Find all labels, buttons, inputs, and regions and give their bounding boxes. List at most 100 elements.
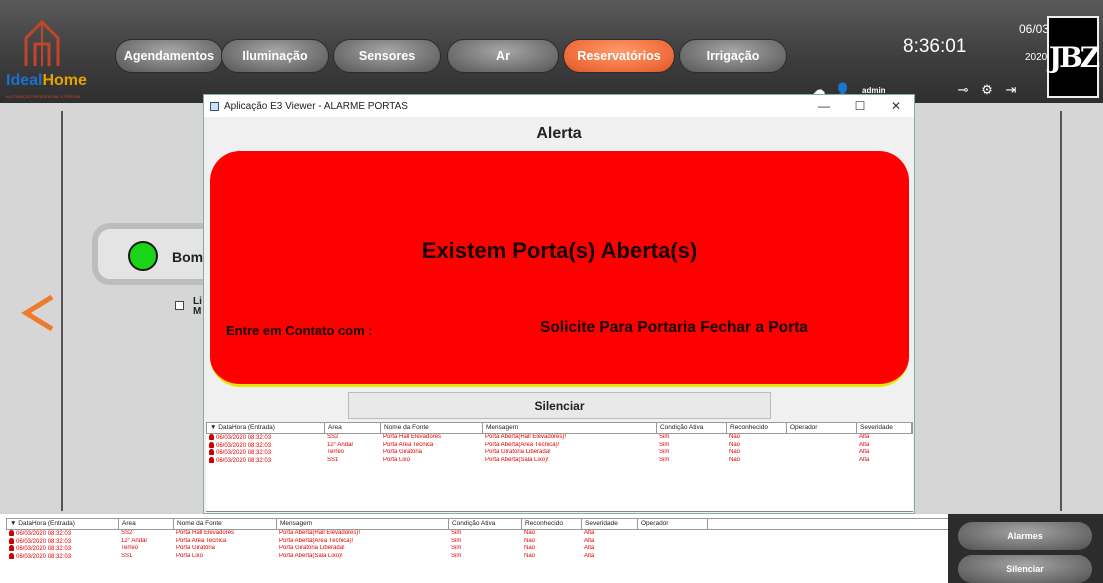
cell-text: Alta	[859, 449, 870, 455]
nav-reservatorios[interactable]: Reservatórios	[563, 39, 675, 73]
alarm-bell-icon	[9, 530, 14, 536]
table-cell: Sim	[656, 449, 726, 457]
app-window-icon	[210, 101, 219, 111]
cell-text: Não	[729, 456, 741, 463]
cell-text: 06/03/2020 08:32:03	[216, 457, 272, 464]
cell-text: Sim	[659, 449, 670, 455]
table-cell: Porta Area Tecnica	[380, 442, 482, 450]
nav-sensores[interactable]: Sensores	[333, 39, 441, 73]
table-cell: Alta	[581, 530, 637, 538]
col-operator[interactable]: Operador	[787, 423, 857, 433]
table-cell: Sim	[448, 553, 521, 561]
table-cell: Porta Aberta(Sala Lixo)!	[482, 457, 656, 465]
table-cell: 06/03/2020 08:32:03	[206, 456, 324, 465]
nav-agendamentos[interactable]: Agendamentos	[115, 39, 223, 73]
key-icon[interactable]: ⊸	[954, 82, 972, 98]
table-row[interactable]: 06/03/2020 08:32:03 12° Andar Porta Area T…	[206, 441, 913, 450]
col-area[interactable]: Area	[325, 423, 381, 433]
gear-icon[interactable]: ⚙	[978, 82, 996, 98]
table-cell: SS1	[118, 553, 173, 561]
table-cell	[786, 434, 856, 442]
cell-text: Porta Aberta(Sala Lixo)!	[279, 552, 343, 559]
alert-contact-label: Entre em Contato com :	[226, 323, 373, 338]
cell-text: 06/03/2020 08:32:03	[216, 442, 272, 449]
cell-text: Alta	[859, 434, 870, 440]
col-operator[interactable]: Operador	[638, 519, 708, 529]
table-cell: Não	[726, 449, 786, 457]
table-cell: Alta	[856, 442, 911, 450]
divider-right	[1060, 111, 1062, 511]
nav-irrigacao[interactable]: Irrigação	[679, 39, 787, 73]
table-cell: Alta	[581, 545, 637, 553]
col-message[interactable]: Mensagem	[277, 519, 449, 529]
close-icon[interactable]: ✕	[878, 99, 914, 113]
maximize-icon[interactable]: ☐	[842, 99, 878, 113]
table-cell	[786, 457, 856, 465]
minimize-icon[interactable]: —	[806, 99, 842, 113]
table-cell: Porta Giratória Liberada!	[482, 449, 656, 457]
table-cell: 12° Andar	[324, 442, 380, 450]
table-cell: 12° Andar	[118, 538, 173, 546]
pump-checkbox[interactable]	[175, 301, 184, 310]
jbz-logo: JBZ	[1047, 16, 1100, 98]
back-arrow-icon[interactable]	[20, 293, 56, 333]
cell-text: Porta Hall Elevadores	[383, 434, 442, 440]
ideal-home-logo: IdealHome AUTOMAÇÃO RESIDENCIAL E PREDIA…	[6, 18, 90, 99]
nav-ar[interactable]: Ar	[447, 39, 559, 73]
table-cell: Porta Aberta(Hall Elevadores)!	[276, 530, 448, 538]
table-cell	[637, 545, 707, 553]
col-ack[interactable]: Reconhecido	[522, 519, 582, 529]
table-cell: SS2	[324, 434, 380, 442]
cell-text: Porta Aberta(Area Técnica)!	[485, 441, 560, 448]
table-cell: Porta Hall Elevadores	[380, 434, 482, 442]
table-cell: Terreo	[324, 449, 380, 457]
table-row[interactable]: 06/03/2020 08:32:03 SS2 Porta Hall Elevado…	[6, 530, 952, 538]
col-datetime[interactable]: ▼ DataHora (Entrada)	[207, 423, 325, 433]
col-source[interactable]: Nome da Fonte	[381, 423, 483, 433]
table-row[interactable]: 06/03/2020 08:32:03 SS1 Porta Lixo Porta Ab…	[206, 456, 913, 465]
col-source[interactable]: Nome da Fonte	[174, 519, 277, 529]
table-row[interactable]: 06/03/2020 08:32:03 Terreo Porta Giratória…	[206, 449, 913, 457]
cell-text: Não	[729, 449, 741, 455]
col-area[interactable]: Area	[119, 519, 174, 529]
alarms-button[interactable]: Alarmes	[958, 522, 1092, 550]
silence-button[interactable]: Silenciar	[348, 392, 771, 419]
col-severity[interactable]: Severidade	[857, 423, 912, 433]
table-row[interactable]: 06/03/2020 08:32:03 SS2 Porta Hall Elevado…	[206, 434, 913, 442]
cell-text: Porta Aberta(Hall Elevadores)!	[485, 434, 567, 440]
alert-instruction: Solicite Para Portaria Fechar a Porta	[540, 319, 808, 336]
nav-iluminacao[interactable]: Iluminação	[221, 39, 329, 73]
col-ack[interactable]: Reconhecido	[727, 423, 787, 433]
col-severity[interactable]: Severidade	[582, 519, 638, 529]
table-cell: Porta Lixo	[173, 553, 276, 561]
table-cell: Não	[726, 442, 786, 450]
cell-text: 06/03/2020 08:32:03	[16, 538, 72, 545]
cell-text: Porta Lixo	[176, 552, 204, 559]
cell-text: Porta Giratória Liberada!	[485, 449, 551, 455]
header-filler	[708, 519, 948, 529]
table-cell: 06/03/2020 08:32:03	[6, 537, 118, 546]
table-row[interactable]: 06/03/2020 08:32:03 12° Andar Porta Area T…	[6, 537, 952, 546]
alert-main-message: Existem Porta(s) Aberta(s)	[421, 238, 698, 263]
col-datetime[interactable]: ▼ DataHora (Entrada)	[7, 519, 119, 529]
table-row[interactable]: 06/03/2020 08:32:03 Terreo Porta Giratória…	[6, 545, 952, 553]
table-cell: 06/03/2020 08:32:03	[206, 449, 324, 457]
popup-table-header: ▼ DataHora (Entrada) Area Nome da Fonte …	[206, 422, 913, 434]
table-row[interactable]: 06/03/2020 08:32:03 SS1 Porta Lixo Porta Ab…	[6, 552, 952, 561]
col-message[interactable]: Mensagem	[483, 423, 657, 433]
silence-side-button[interactable]: Silenciar	[958, 555, 1092, 583]
logout-icon[interactable]: ⇥	[1002, 82, 1020, 98]
cell-text: Sim	[659, 441, 670, 448]
table-cell: Terreo	[118, 545, 173, 553]
top-header: IdealHome AUTOMAÇÃO RESIDENCIAL E PREDIA…	[0, 0, 1103, 103]
cell-text: SS1	[327, 456, 339, 463]
table-cell: 06/03/2020 08:32:03	[206, 441, 324, 450]
table-cell: Não	[726, 434, 786, 442]
clock-time: 8:36:01	[903, 36, 967, 57]
table-cell: 06/03/2020 08:32:03	[206, 434, 324, 442]
divider-left	[61, 111, 63, 511]
table-cell: 06/03/2020 08:32:03	[6, 552, 118, 561]
table-cell: Não	[521, 538, 581, 546]
col-active[interactable]: Condição Ativa	[657, 423, 727, 433]
col-active[interactable]: Condição Ativa	[449, 519, 522, 529]
